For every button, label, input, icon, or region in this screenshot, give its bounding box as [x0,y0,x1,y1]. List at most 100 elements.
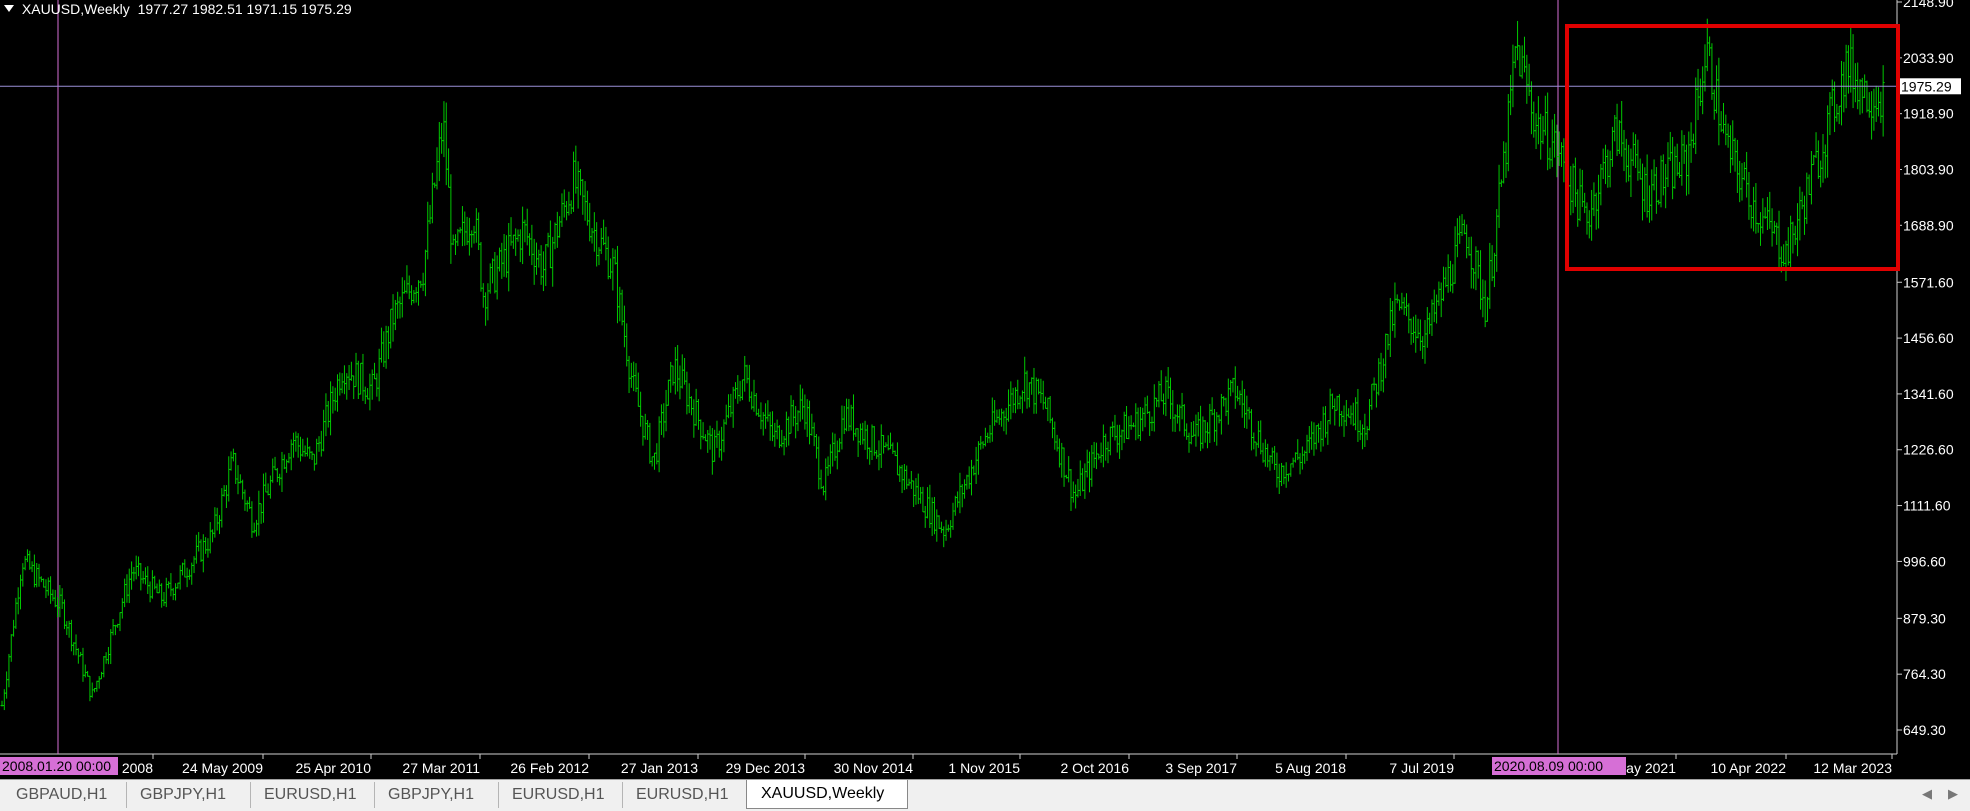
ohlc-bar [669,361,673,393]
ohlc-bar [315,438,319,465]
ohlc-bar [1495,209,1499,272]
ohlc-bar [1270,447,1274,464]
ohlc-bar [1009,381,1013,420]
ohlc-bar [1120,429,1124,451]
ohlc-bar [743,355,747,392]
ohlc-bar [1671,136,1675,200]
ohlc-bar [1710,43,1714,100]
ohlc-values: 1977.27 1982.51 1971.15 1975.29 [137,1,352,17]
ohlc-bar [1159,370,1163,402]
ohlc-bar [176,582,180,589]
price-bars [0,18,1885,711]
ohlc-bar [1240,380,1244,418]
ohlc-bar [921,486,925,513]
price-chart[interactable]: 2148.90 2033.90 1918.90 1803.90 1688.90 1571.… [0,0,1970,778]
ohlc-bar [1525,54,1529,104]
ohlc-bar [1219,393,1223,435]
ohlc-bar [259,503,263,524]
tab-eurusd-h1[interactable]: EURUSD,H1 [250,782,375,808]
ohlc-bar [1196,412,1200,437]
ohlc-bar [329,381,333,436]
ohlc-bar [1115,424,1119,453]
ohlc-bar [771,411,775,442]
ohlc-bar [703,434,707,442]
scroll-right-icon[interactable]: ▶ [1948,786,1958,802]
ohlc-bar [257,490,261,536]
ohlc-bar [1747,172,1751,220]
ohlc-bar [1224,397,1228,417]
tab-gbpjpy-h1[interactable]: GBPJPY,H1 [374,782,499,808]
ohlc-bar [1775,222,1779,245]
ohlc-bar [1425,307,1429,348]
ohlc-bar [1053,421,1057,450]
ohlc-bar [169,573,173,597]
tab-gbpaud-h1[interactable]: GBPAUD,H1 [2,782,127,808]
ohlc-bar [1668,131,1672,161]
ohlc-bar [1534,113,1538,150]
ohlc-bar [83,664,87,678]
ohlc-bar [1826,105,1830,178]
dropdown-triangle-icon[interactable] [4,5,14,12]
ohlc-bar [1659,155,1663,208]
ohlc-bar [639,391,643,427]
ohlc-bar [590,228,594,244]
ohlc-bar [1092,441,1096,468]
ohlc-bar [69,619,73,652]
ohlc-bar [666,379,670,406]
ohlc-bar [576,161,580,209]
ohlc-bar [588,202,592,242]
ohlc-bar [914,478,918,505]
ohlc-bar [1654,167,1658,214]
tab-gbpjpy-h1[interactable]: GBPJPY,H1 [126,782,251,808]
ohlc-bar [708,425,712,450]
ohlc-bar [412,290,416,304]
ohlc-bar [1236,385,1240,402]
ohlc-bar [1171,390,1175,432]
ohlc-bar [416,280,420,306]
ohlc-bar [252,522,256,534]
ohlc-bar [1275,452,1279,488]
ohlc-bar [537,249,541,268]
ohlc-bar [1393,282,1397,338]
ohlc-bar [167,581,171,589]
ohlc-bar [634,363,638,393]
ohlc-bar [312,453,316,471]
ohlc-bar [1451,264,1455,294]
ohlc-bar [1492,252,1496,288]
ohlc-bar [211,529,215,543]
ohlc-bar [1742,162,1746,181]
tab-eurusd-h1[interactable]: EURUSD,H1 [622,782,747,808]
ohlc-bar [525,208,529,246]
ohlc-bar [930,497,934,536]
ohlc-bar [245,500,249,512]
ohlc-bar [1333,398,1337,426]
ohlc-bar [828,444,832,474]
ohlc-bar [1002,410,1006,432]
ohlc-bar [1462,219,1466,235]
tab-eurusd-h1[interactable]: EURUSD,H1 [498,782,623,808]
ohlc-bar [373,362,377,380]
ohlc-bar [1069,468,1073,511]
ohlc-bar [278,473,282,486]
ohlc-bar [319,430,323,457]
ohlc-bar [865,424,869,460]
ohlc-bar [1057,438,1061,468]
ohlc-bar [1182,404,1186,437]
ohlc-bar [104,652,108,664]
ohlc-bar [1138,407,1142,441]
ohlc-bar [1448,260,1452,292]
ohlc-bar [1400,292,1404,310]
ohlc-bar [389,308,393,349]
ohlc-bar [1768,191,1772,229]
ohlc-bar [1791,221,1795,254]
ohlc-bar [243,489,247,511]
tab-xauusd-weekly[interactable]: XAUUSD,Weekly [746,780,908,809]
ohlc-bar [359,362,363,395]
ohlc-bar [23,555,27,571]
ohlc-bar [1620,100,1624,157]
ohlc-bar [1587,210,1591,239]
scroll-left-icon[interactable]: ◀ [1922,786,1932,802]
ohlc-bar [1816,140,1820,179]
chart-area[interactable]: 2148.90 2033.90 1918.90 1803.90 1688.90 1571.… [0,0,1970,778]
ohlc-bar [1307,425,1311,454]
